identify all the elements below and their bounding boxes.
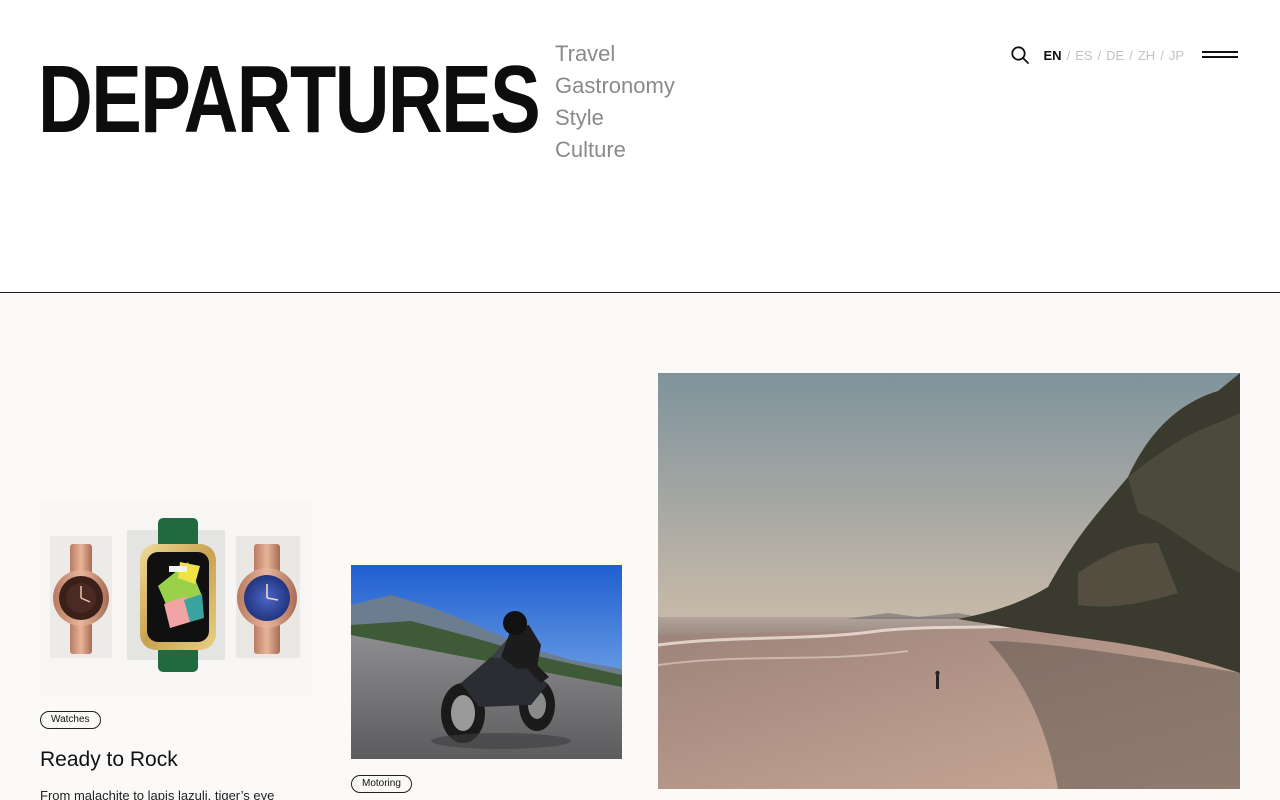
tag-motoring[interactable]: Motoring [351,775,412,793]
article-excerpt: From malachite to lapis lazuli, tiger’s … [40,788,275,800]
lang-separator: / [1129,47,1133,63]
card-image-beach-cliff[interactable] [658,373,1240,789]
lang-es[interactable]: ES [1075,48,1092,63]
nav-item-culture[interactable]: Culture [555,134,675,166]
lang-en[interactable]: EN [1044,48,1062,63]
hamburger-menu-icon[interactable] [1202,49,1238,61]
departures-logo[interactable]: DEPARTURES [38,52,541,148]
lang-separator: / [1066,47,1071,63]
lang-separator: / [1097,47,1102,63]
lang-separator: / [1160,47,1164,63]
nav-item-style[interactable]: Style [555,102,675,134]
lang-zh[interactable]: ZH [1138,48,1155,63]
card-image-watches[interactable] [40,500,312,696]
search-icon[interactable] [1010,45,1030,65]
nav-item-gastronomy[interactable]: Gastronomy [555,70,675,102]
tag-watches[interactable]: Watches [40,711,101,729]
nav-item-travel[interactable]: Travel [555,38,675,70]
article-grid: Watches Ready to Rock From malachite to … [0,294,1280,800]
header-utilities: EN / ES / DE / ZH / JP [1010,45,1238,65]
lang-jp[interactable]: JP [1169,48,1184,63]
primary-nav: Travel Gastronomy Style Culture [555,38,675,166]
article-title[interactable]: Ready to Rock [40,748,178,772]
card-image-motorcycle[interactable] [351,565,622,759]
language-switcher: EN / ES / DE / ZH / JP [1044,48,1184,63]
lang-de[interactable]: DE [1106,48,1124,63]
site-header: DEPARTURES Travel Gastronomy Style Cultu… [0,0,1280,293]
